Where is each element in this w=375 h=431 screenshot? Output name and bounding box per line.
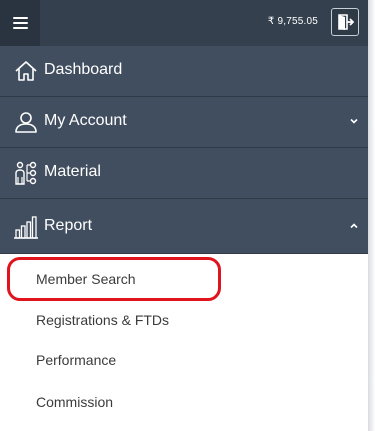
bar-chart-icon [14,216,38,239]
logout-icon [338,14,354,30]
nav-item-my-account[interactable]: My Account [0,97,368,148]
hamburger-menu-button[interactable] [0,0,40,46]
user-icon [15,112,37,133]
nav-item-report[interactable]: Report [0,199,368,254]
nav-label-report: Report [44,217,93,234]
home-icon [15,61,37,81]
submenu-item-registrations-ftds[interactable]: Registrations & FTDs [36,312,169,328]
sidebar-panel: ₹ 9,755.05 Dashboard My Account Material… [0,0,368,431]
panel-edge-shadow [368,0,375,431]
highlight-annotation [7,257,221,301]
submenu-item-commission[interactable]: Commission [36,394,113,410]
nav-item-dashboard[interactable]: Dashboard [0,46,368,97]
nav-label-dashboard: Dashboard [44,61,123,78]
top-bar: ₹ 9,755.05 [0,0,368,47]
chevron-up-icon [350,223,358,229]
nav-label-material: Material [44,163,101,180]
logout-button[interactable] [331,8,359,36]
wallet-balance: ₹ 9,755.05 [267,16,318,27]
material-icon [15,161,37,185]
nav-label-my-account: My Account [44,112,127,129]
nav-item-material[interactable]: Material [0,148,368,199]
submenu-item-performance[interactable]: Performance [36,352,116,368]
chevron-down-icon [350,118,358,124]
